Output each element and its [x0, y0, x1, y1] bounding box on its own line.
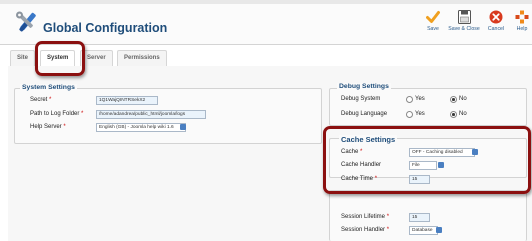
tab-site[interactable]: Site [10, 50, 36, 66]
help-icon [515, 10, 529, 24]
debug-language-no-radio[interactable] [450, 111, 457, 118]
secret-input[interactable]: 1Q1WajQINTRSekX2 [96, 96, 158, 105]
debug-system-label: Debug System [341, 96, 381, 102]
session-handler-select[interactable]: Database [409, 226, 438, 235]
debug-language-no-label: No [459, 111, 467, 117]
debug-settings-legend: Debug Settings [337, 83, 391, 90]
page-title: Global Configuration [43, 21, 168, 35]
session-handler-label-text: Session Handler [341, 227, 386, 233]
checkmark-icon [426, 11, 440, 23]
tab-permissions[interactable]: Permissions [117, 50, 167, 66]
floppy-disk-icon [457, 10, 471, 24]
session-lifetime-label-text: Session Lifetime [341, 214, 386, 220]
help-server-select[interactable]: English (GB) - Joomla help wiki 1.6 [96, 123, 186, 132]
debug-language-yes-label: Yes [415, 111, 425, 117]
debug-system-yes-radio[interactable] [406, 96, 413, 103]
secret-label-text: Secret [30, 97, 48, 103]
cancel-button-label: Cancel [487, 26, 505, 32]
save-and-close-button-label: Save & Close [448, 26, 480, 32]
secret-label: Secret * [30, 97, 52, 103]
help-server-label: Help Server * [30, 124, 66, 130]
help-button[interactable]: Help [512, 10, 532, 44]
debug-settings-panel [329, 88, 527, 126]
session-lifetime-input[interactable]: 15 [409, 213, 430, 222]
help-server-label-text: Help Server [30, 124, 62, 130]
cache-settings-highlight [323, 126, 531, 194]
debug-language-label: Debug Language [341, 111, 388, 117]
debug-system-no-label: No [459, 96, 467, 102]
help-server-chevron-down-icon[interactable] [180, 124, 186, 130]
global-configuration-icon [16, 11, 36, 32]
debug-language-yes-radio[interactable] [406, 111, 413, 118]
debug-system-yes-label: Yes [415, 96, 425, 102]
cancel-icon [489, 10, 503, 24]
toolbar: Global Configuration Save Save & Close C… [0, 4, 532, 45]
cancel-button[interactable]: Cancel [485, 10, 507, 44]
session-handler-chevron-down-icon[interactable] [436, 227, 442, 233]
session-lifetime-label: Session Lifetime * [341, 214, 390, 220]
save-button[interactable]: Save [423, 10, 443, 44]
debug-system-no-radio[interactable] [450, 96, 457, 103]
log-path-label-text: Path to Log Folder [30, 111, 80, 117]
system-settings-legend: System Settings [20, 84, 77, 91]
system-tab-highlight [35, 41, 85, 76]
session-handler-label: Session Handler * [341, 227, 390, 233]
log-path-label: Path to Log Folder * [30, 111, 84, 117]
log-path-input[interactable]: /home/adandrea/public_html/joomla/logs [96, 110, 206, 119]
help-button-label: Help [516, 26, 528, 32]
save-button-label: Save [427, 26, 439, 32]
save-and-close-button[interactable]: Save & Close [446, 10, 482, 44]
